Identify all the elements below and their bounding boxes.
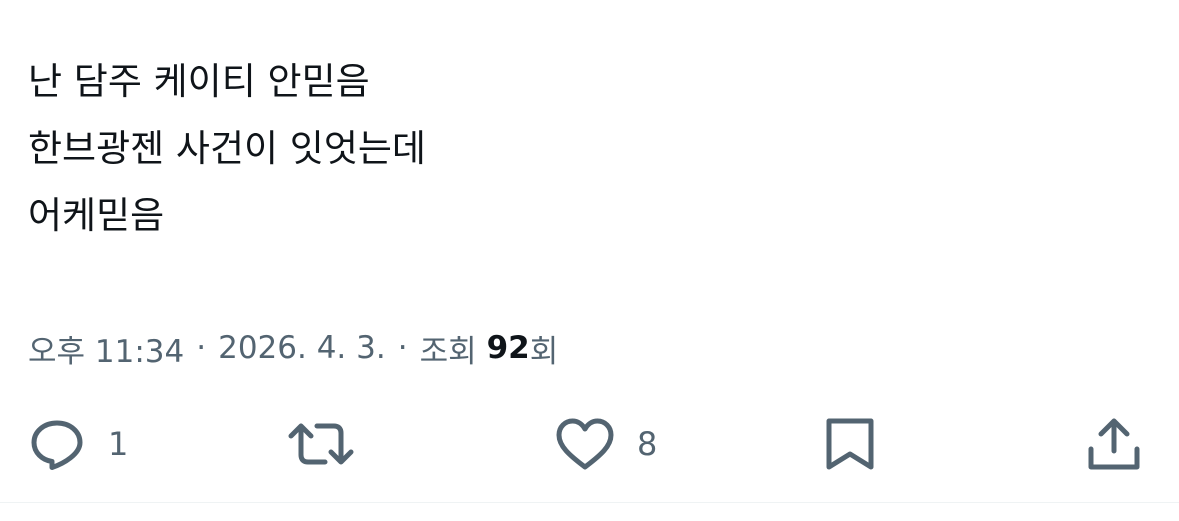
tweet-line: 난 담주 케이티 안믿음 [28,60,370,103]
tweet-time[interactable]: 오후 11:34 [28,326,184,371]
bookmark-icon [826,418,874,470]
share-button[interactable] [1086,416,1142,472]
share-icon [1088,418,1140,470]
separator-dot: · [196,330,207,366]
like-button[interactable]: 8 [555,416,657,472]
views-suffix: 회 [529,333,559,370]
views-label: 조회 [419,333,477,370]
reply-count: 1 [108,425,129,463]
tweet-metadata: 오후 11:34 · 2026. 4. 3. · 조회 92 회 [28,324,558,372]
views-count: 92 [486,330,530,366]
tweet-date[interactable]: 2026. 4. 3. [218,330,386,366]
like-count: 8 [637,425,658,463]
retweet-icon [288,423,354,465]
bookmark-button[interactable] [822,416,878,472]
retweet-button[interactable] [287,416,355,472]
tweet-line: 한브광젠 사건이 잇엇는데 [28,127,426,170]
tweet-line: 어케믿음 [28,194,165,237]
reply-button[interactable]: 1 [28,416,128,472]
action-bar: 1 8 [0,410,1179,478]
heart-icon [556,418,614,470]
tweet-text: 난 담주 케이티 안믿음 한브광젠 사건이 잇엇는데 어케믿음 [28,48,426,249]
reply-icon [31,420,83,470]
divider [0,502,1179,503]
separator-dot: · [397,330,408,366]
